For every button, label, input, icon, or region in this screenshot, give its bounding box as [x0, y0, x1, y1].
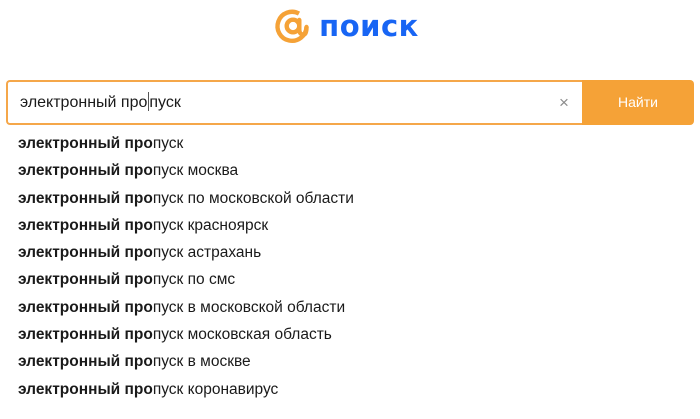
logo-text: поиск: [319, 9, 419, 43]
suggestion-match: электронный про: [18, 271, 153, 289]
suggestion-item[interactable]: электронный пропуск красноярск: [18, 212, 354, 239]
suggestion-completion: пуск московская область: [152, 326, 332, 344]
suggestion-item[interactable]: электронный пропуск по смс: [18, 266, 354, 293]
clear-icon[interactable]: ×: [554, 82, 574, 123]
logo-link[interactable]: поиск: [273, 6, 419, 46]
suggestion-match: электронный про: [18, 244, 153, 262]
suggestion-match: электронный про: [18, 216, 153, 234]
suggestion-match: электронный про: [18, 162, 153, 180]
search-input-text-after-caret: пуск: [149, 94, 181, 111]
suggestion-match: электронный про: [18, 353, 153, 371]
suggestion-item[interactable]: электронный пропуск московская область: [18, 321, 354, 348]
search-input-text-before-caret: электронный про: [20, 94, 148, 111]
suggestion-item[interactable]: электронный пропуск москва: [18, 157, 354, 184]
suggestion-match: электронный про: [18, 380, 153, 398]
suggestion-completion: пуск: [152, 135, 184, 152]
suggestion-completion: пуск коронавирус: [152, 380, 279, 398]
logo[interactable]: поиск: [0, 6, 700, 46]
suggestion-item[interactable]: электронный пропуск в московской области: [18, 294, 354, 321]
suggestion-item[interactable]: электронный пропуск коронавирус: [18, 376, 354, 403]
suggestion-match: электронный про: [18, 135, 153, 152]
suggestion-item[interactable]: электронный пропуск по московской област…: [18, 185, 354, 212]
search-input-value[interactable]: электронный про пуск: [20, 82, 181, 123]
suggestion-completion: пуск москва: [152, 162, 239, 180]
suggestion-match: электронный про: [18, 189, 153, 207]
suggestion-completion: пуск по смс: [152, 271, 236, 289]
suggestion-completion: пуск в московской области: [152, 298, 346, 316]
search-form: электронный про пуск × Найти: [6, 80, 694, 125]
suggestions-list: электронный пропуск электронный пропуск …: [18, 130, 354, 403]
at-sign-icon: [275, 9, 309, 43]
suggestion-match: электронный про: [18, 298, 153, 316]
search-input[interactable]: электронный про пуск ×: [6, 80, 582, 125]
suggestion-item[interactable]: электронный пропуск: [18, 130, 354, 157]
search-button[interactable]: Найти: [582, 80, 694, 125]
suggestion-completion: пуск красноярск: [152, 216, 269, 234]
suggestion-item[interactable]: электронный пропуск астрахань: [18, 239, 354, 266]
suggestion-completion: пуск в москве: [152, 353, 251, 371]
suggestion-completion: пуск астрахань: [152, 244, 262, 262]
suggestion-completion: пуск по московской области: [152, 189, 354, 207]
suggestion-match: электронный про: [18, 326, 153, 344]
suggestion-item[interactable]: электронный пропуск в москве: [18, 348, 354, 375]
